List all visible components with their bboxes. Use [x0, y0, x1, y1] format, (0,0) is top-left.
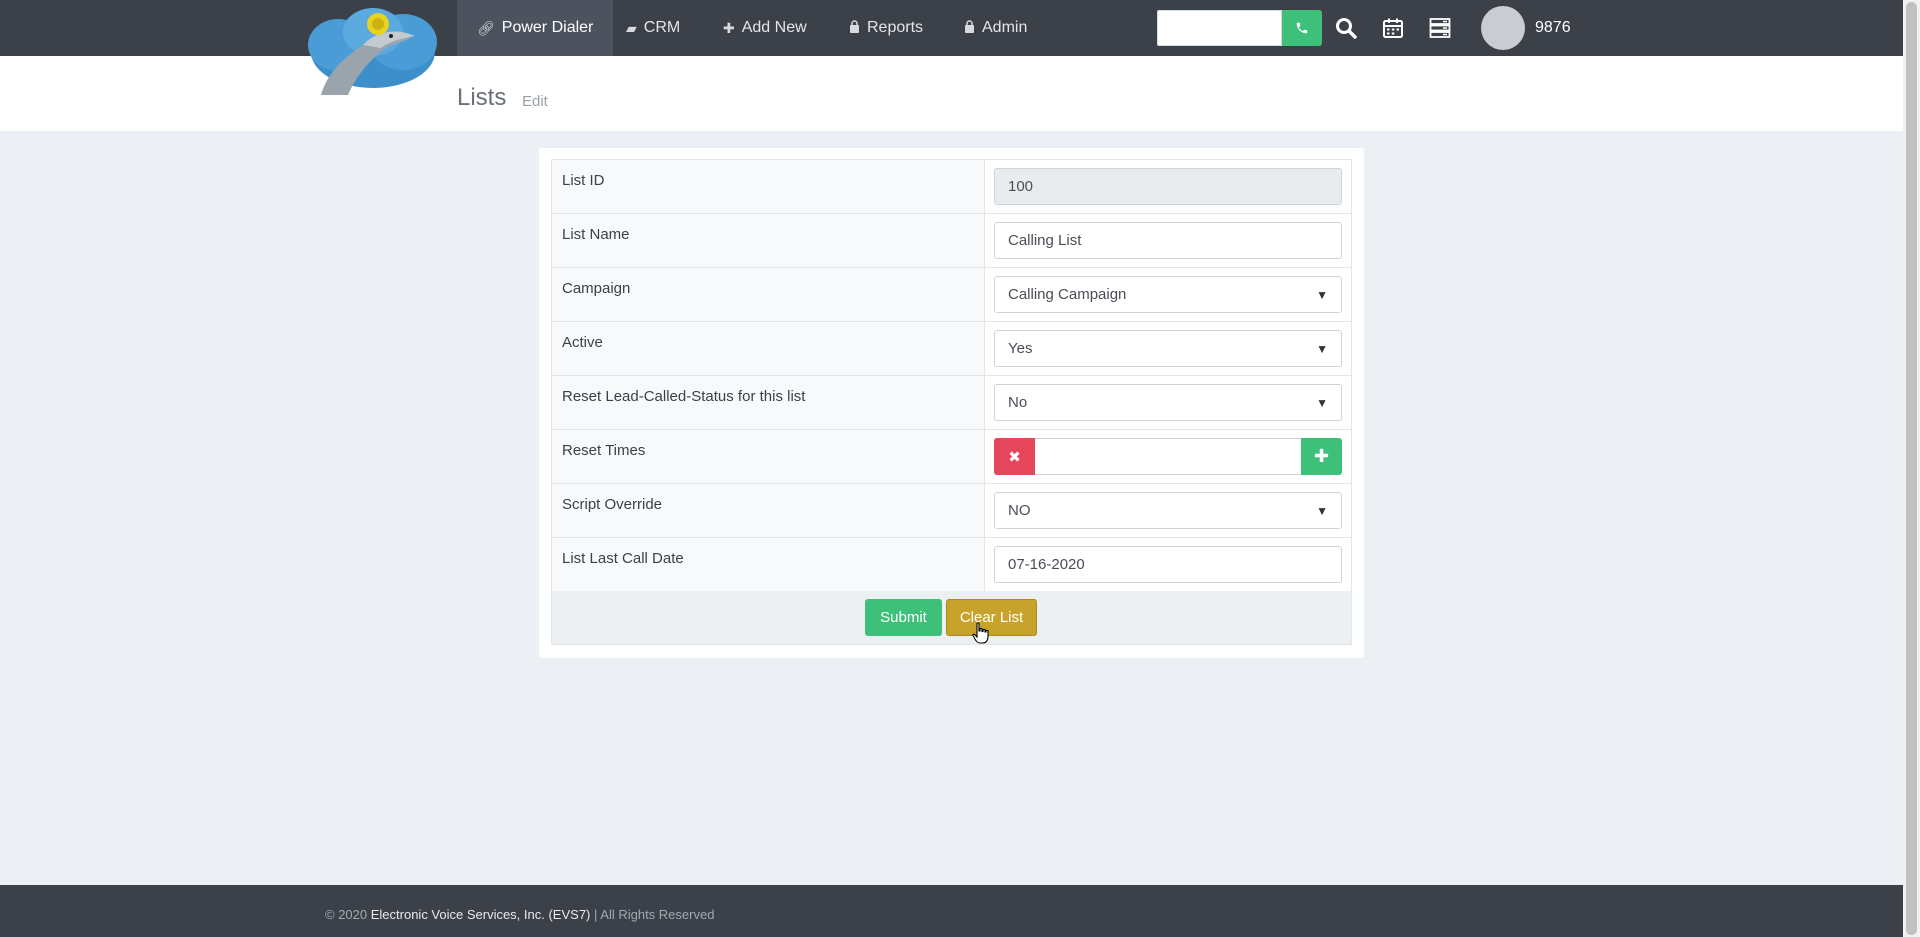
- book-icon: ▰: [626, 19, 637, 36]
- field-value: No: [1008, 394, 1028, 411]
- nav-label: Power Dialer: [501, 19, 594, 36]
- field-value: Yes: [1008, 340, 1033, 357]
- server-icon[interactable]: [1426, 14, 1454, 42]
- nav-crm[interactable]: ▰ CRM: [606, 0, 700, 56]
- add-time-button[interactable]: ✚: [1301, 438, 1342, 475]
- lock-icon: [849, 20, 860, 36]
- user-extension: 9876: [1535, 19, 1571, 36]
- reset-status-select[interactable]: No ▼: [994, 384, 1342, 421]
- list-edit-form: List ID 100 List Name Calling List Campa…: [539, 148, 1364, 658]
- form-row-list-name: List Name Calling List: [551, 213, 1352, 267]
- form-row-campaign: Campaign Calling Campaign ▼: [551, 267, 1352, 321]
- nav-label: CRM: [643, 19, 681, 36]
- script-override-select[interactable]: NO ▼: [994, 492, 1342, 529]
- field-value: 07-16-2020: [1008, 556, 1085, 573]
- active-select[interactable]: Yes ▼: [994, 330, 1342, 367]
- dial-number-input[interactable]: [1157, 10, 1282, 46]
- hand-cursor-icon: [972, 622, 990, 649]
- nav-power-dialer[interactable]: 🔗︎ Power Dialer: [457, 0, 614, 56]
- form-row-list-id: List ID 100: [551, 159, 1352, 213]
- company-name[interactable]: Electronic Voice Services, Inc. (EVS7): [371, 907, 591, 922]
- chevron-down-icon: ▼: [1316, 341, 1328, 356]
- last-call-date-input[interactable]: 07-16-2020: [994, 546, 1342, 583]
- field-label: List ID: [551, 160, 985, 213]
- field-label: Reset Lead-Called-Status for this list: [551, 376, 985, 429]
- field-value: Calling List: [1008, 232, 1082, 249]
- field-value: NO: [1008, 502, 1031, 519]
- footer-copyright: © 2020 Electronic Voice Services, Inc. (…: [325, 907, 714, 922]
- list-id-field: 100: [994, 168, 1342, 205]
- form-row-last-call-date: List Last Call Date 07-16-2020: [551, 537, 1352, 591]
- form-row-reset-status: Reset Lead-Called-Status for this list N…: [551, 375, 1352, 429]
- reset-times-group: ✖ ✚: [994, 438, 1342, 475]
- campaign-select[interactable]: Calling Campaign ▼: [994, 276, 1342, 313]
- field-label: Script Override: [551, 484, 985, 537]
- remove-time-button[interactable]: ✖: [994, 438, 1035, 475]
- submit-button[interactable]: Submit: [865, 599, 942, 636]
- nav-admin[interactable]: Admin: [944, 0, 1047, 56]
- nav-label: Add New: [741, 19, 807, 36]
- avatar[interactable]: [1481, 6, 1525, 50]
- field-value: Calling Campaign: [1008, 286, 1127, 303]
- search-icon[interactable]: [1332, 14, 1360, 42]
- field-value: 100: [1008, 178, 1034, 195]
- rights-reserved: | All Rights Reserved: [590, 907, 715, 922]
- phone-icon: [1296, 22, 1308, 34]
- page-header: [0, 56, 1903, 131]
- form-row-script-override: Script Override NO ▼: [551, 483, 1352, 537]
- nav-label: Reports: [867, 19, 924, 36]
- calendar-icon[interactable]: [1379, 14, 1407, 42]
- field-label: List Last Call Date: [551, 538, 985, 591]
- plus-icon: ✚: [723, 19, 735, 36]
- reset-times-input[interactable]: [1035, 438, 1301, 475]
- field-label: Reset Times: [551, 430, 985, 483]
- field-label: Active: [551, 322, 985, 375]
- dolphin-logo[interactable]: [303, 0, 443, 100]
- field-label: List Name: [551, 214, 985, 267]
- form-row-reset-times: Reset Times ✖ ✚: [551, 429, 1352, 483]
- chevron-down-icon: ▼: [1316, 395, 1328, 410]
- close-icon: ✖: [1008, 448, 1021, 466]
- form-actions: Submit Clear List: [551, 591, 1352, 645]
- nav-add-new[interactable]: ✚ Add New: [703, 0, 827, 56]
- plus-icon: ✚: [1313, 446, 1330, 466]
- chevron-down-icon: ▼: [1316, 503, 1328, 518]
- scrollbar-thumb[interactable]: [1906, 2, 1917, 935]
- form-row-active: Active Yes ▼: [551, 321, 1352, 375]
- link-icon: 🔗︎: [477, 19, 495, 36]
- nav-label: Admin: [982, 19, 1028, 36]
- chevron-down-icon: ▼: [1316, 287, 1328, 302]
- clear-list-button[interactable]: Clear List: [946, 599, 1037, 636]
- list-name-input[interactable]: Calling List: [994, 222, 1342, 259]
- field-label: Campaign: [551, 268, 985, 321]
- lock-icon: [964, 20, 975, 36]
- page-title: Lists: [457, 84, 507, 111]
- footer: [0, 885, 1903, 937]
- nav-reports[interactable]: Reports: [829, 0, 943, 56]
- copyright-year: © 2020: [325, 907, 371, 922]
- call-button[interactable]: [1282, 10, 1322, 46]
- page-subtitle: Edit: [522, 93, 548, 110]
